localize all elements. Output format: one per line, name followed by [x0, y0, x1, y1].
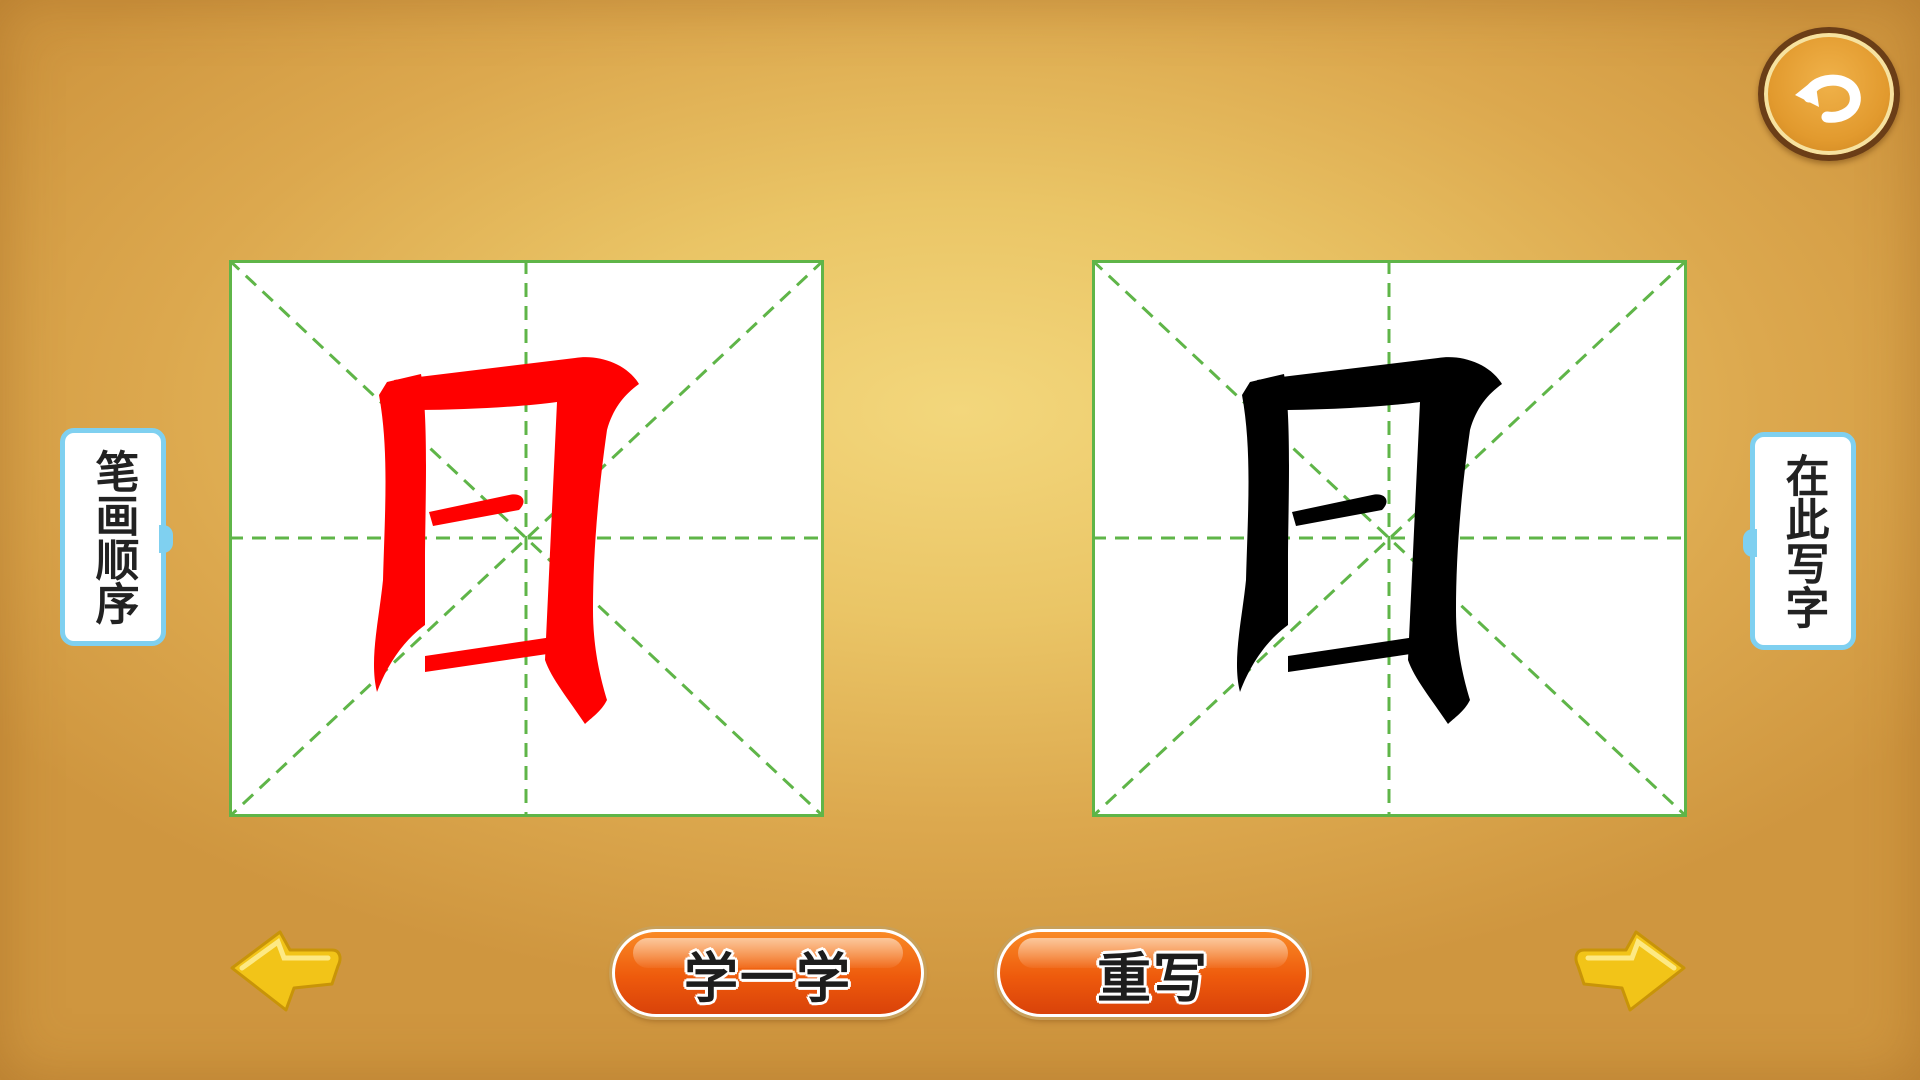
back-button[interactable] [1758, 27, 1900, 161]
game-screen: 笔画顺序 在此写字 学一学 重写 [0, 0, 1920, 1080]
next-arrow-icon [1574, 930, 1686, 1012]
prev-arrow-icon [230, 930, 342, 1012]
grid-guides [229, 260, 824, 817]
rewrite-button[interactable]: 重写 [997, 929, 1309, 1017]
character-glyph [373, 357, 639, 724]
learn-button[interactable]: 学一学 [612, 929, 924, 1017]
write-here-label-text: 在此写字 [1777, 453, 1829, 629]
rewrite-button-label: 重写 [1097, 946, 1209, 1010]
prev-arrow-button[interactable] [228, 928, 344, 1014]
grid-guides [1092, 260, 1687, 817]
next-arrow-button[interactable] [1572, 928, 1688, 1014]
stroke-order-grid [229, 260, 824, 817]
character-glyph [1236, 357, 1502, 724]
write-here-label[interactable]: 在此写字 [1743, 432, 1856, 650]
label-tab [1743, 529, 1757, 557]
stroke-order-label[interactable]: 笔画顺序 [60, 428, 173, 646]
writing-grid[interactable] [1092, 260, 1687, 817]
back-arrow-icon [1795, 74, 1861, 123]
label-tab [159, 525, 173, 553]
learn-button-label: 学一学 [684, 946, 852, 1010]
stroke-order-label-text: 笔画顺序 [87, 449, 139, 625]
